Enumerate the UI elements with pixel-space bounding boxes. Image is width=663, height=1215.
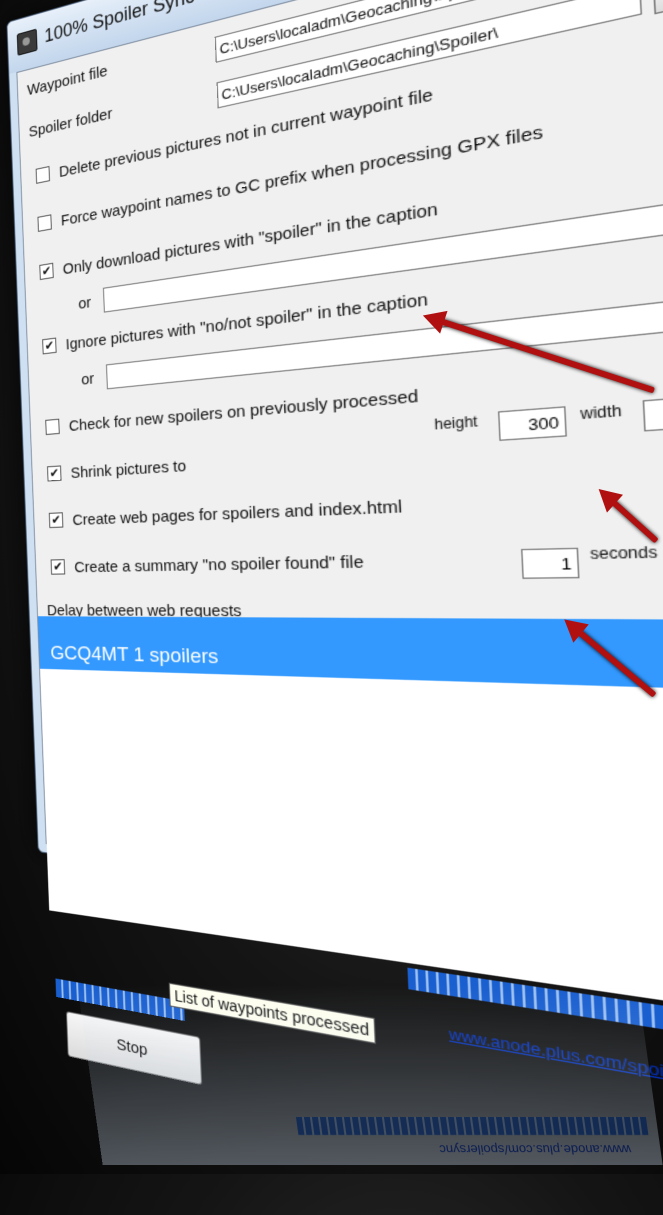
app-window: 100% Spoiler Sync v1.0.32 (Keine Rückmel… xyxy=(6,0,663,944)
create-web-checkbox[interactable]: ✔ xyxy=(49,512,64,528)
check-new-option[interactable]: Check for new spoilers on previously pro… xyxy=(45,387,419,438)
force-gc-label: Force waypoint names to GC prefix when p… xyxy=(61,122,544,230)
create-summary-label: Create a summary "no spoiler found" file xyxy=(74,553,364,577)
force-gc-option[interactable]: Force waypoint names to GC prefix when p… xyxy=(37,122,543,234)
height-label: height xyxy=(434,413,478,433)
spoiler-browse-button[interactable]: ... xyxy=(653,0,663,14)
or-label-2: or xyxy=(81,370,94,389)
reflection-link: www.anode.plus.com/spoilersync xyxy=(438,1142,632,1157)
force-gc-checkbox[interactable] xyxy=(37,214,51,232)
waypoint-file-label: Waypoint file xyxy=(27,62,108,99)
shrink-option[interactable]: ✔ Shrink pictures to xyxy=(47,457,187,484)
desktop-stage: 100% Spoiler Sync v1.0.32 (Keine Rückmel… xyxy=(0,0,663,1174)
reflection-progress xyxy=(296,1117,649,1135)
waypoints-listbox[interactable]: GCQ4MT 1 spoilers xyxy=(39,637,663,1020)
or-label-1: or xyxy=(78,294,91,313)
shrink-label: Shrink pictures to xyxy=(70,457,186,482)
delete-previous-checkbox[interactable] xyxy=(36,165,50,183)
window-reflection: www.anode.plus.com/spoilersync xyxy=(77,985,662,1165)
seconds-label: seconds xyxy=(590,543,658,562)
create-summary-option[interactable]: ✔ Create a summary "no spoiler found" fil… xyxy=(51,553,365,577)
camera-app-icon xyxy=(17,29,38,56)
create-summary-checkbox[interactable]: ✔ xyxy=(51,559,66,575)
shrink-checkbox[interactable]: ✔ xyxy=(47,465,62,481)
ignore-pictures-checkbox[interactable]: ✔ xyxy=(42,337,56,354)
spoiler-folder-label: Spoiler folder xyxy=(28,105,112,141)
create-web-option[interactable]: ✔ Create web pages for spoilers and index… xyxy=(49,497,403,530)
client-area: Waypoint file C:\Users\localadm\Geocachi… xyxy=(16,0,663,930)
check-new-label: Check for new spoilers on previously pro… xyxy=(69,387,419,436)
width-input[interactable]: 200 xyxy=(643,394,663,431)
create-web-label: Create web pages for spoilers and index.… xyxy=(72,497,402,529)
width-label: width xyxy=(580,402,622,423)
check-new-checkbox[interactable] xyxy=(45,418,60,434)
delay-input[interactable]: 1 xyxy=(521,548,579,579)
height-input[interactable]: 300 xyxy=(498,406,567,441)
only-download-checkbox[interactable]: ✔ xyxy=(39,262,53,279)
